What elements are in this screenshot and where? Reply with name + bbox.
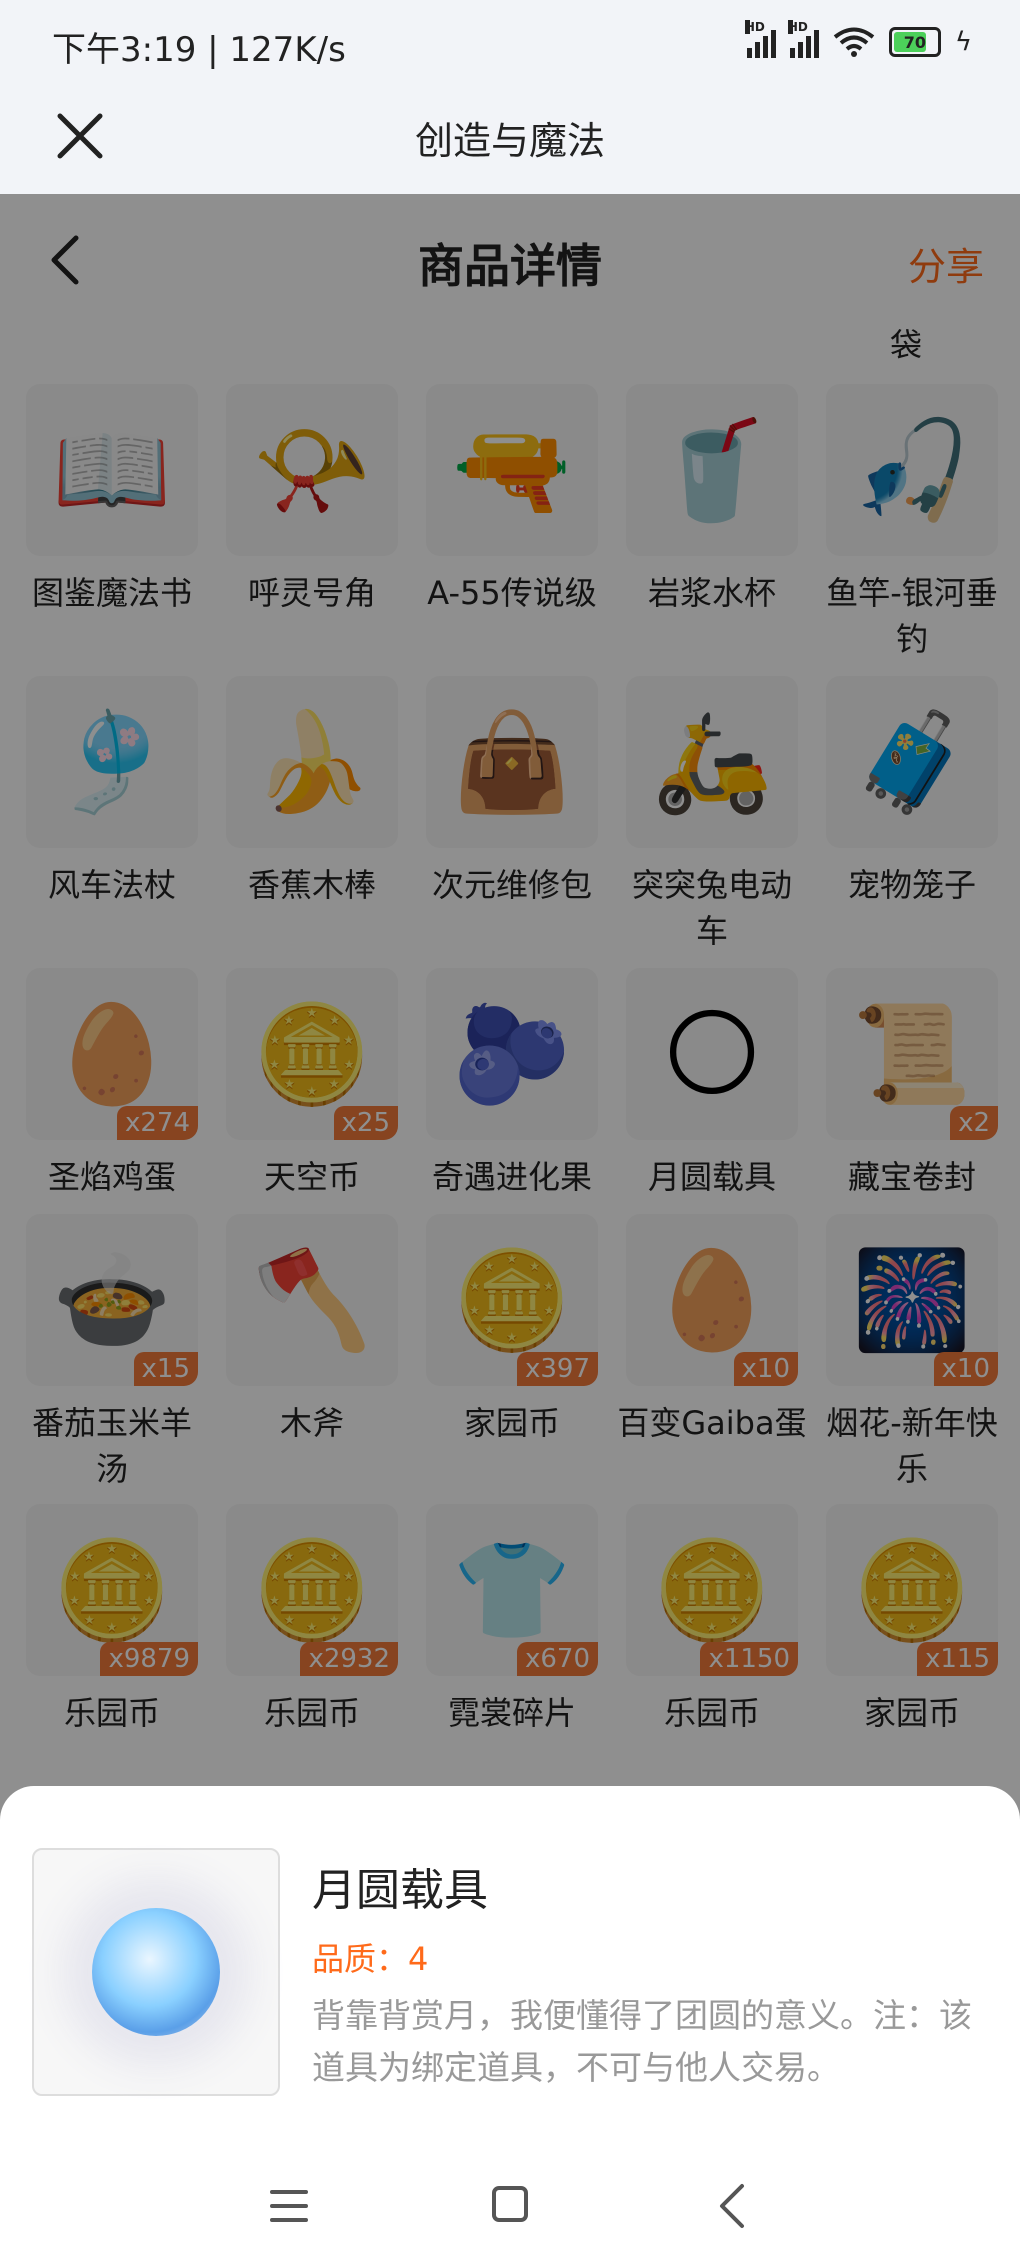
item-description: 背靠背赏月，我便懂得了团圆的意义。注：该道具为绑定道具，不可与他人交易。	[312, 1996, 972, 2087]
status-icons: HD HD 70 ϟ	[744, 20, 972, 58]
status-bar: 下午3:19 | 127K/s HD HD 70 ϟ	[0, 0, 1020, 88]
status-time: 下午3:19 | 127K/s	[52, 30, 346, 70]
wifi-icon	[833, 27, 875, 57]
item-detail-sheet: 月圆载具 品质：4 背靠背赏月，我便懂得了团圆的意义。注：该道具为绑定道具，不可…	[0, 1786, 1020, 2267]
menu-icon[interactable]	[270, 2188, 308, 2224]
item-thumbnail	[32, 1848, 280, 2096]
signal-icon: HD	[744, 20, 776, 58]
item-name: 月圆载具	[312, 1865, 488, 1916]
home-icon[interactable]	[492, 2186, 528, 2222]
item-quality: 品质：4	[312, 1940, 429, 1978]
battery-icon: 70	[888, 27, 941, 57]
system-navbar	[0, 2160, 1020, 2260]
webview-title: 创造与魔法	[414, 119, 605, 163]
charging-icon: ϟ	[954, 27, 972, 57]
nav-back-icon[interactable]	[716, 2182, 748, 2230]
battery-level: 70	[903, 32, 926, 52]
signal-icon: HD	[787, 20, 819, 58]
moon-vehicle-icon	[92, 1908, 220, 2036]
webview-titlebar: 创造与魔法	[0, 88, 1020, 194]
